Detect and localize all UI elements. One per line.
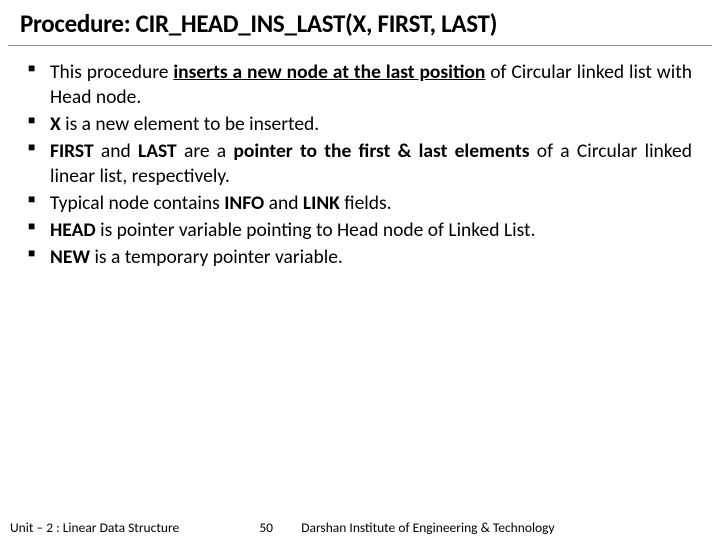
text-bold: LINK bbox=[303, 191, 340, 215]
slide-body: This procedure inserts a new node at the… bbox=[0, 46, 720, 540]
text-bold: FIRST bbox=[50, 139, 94, 163]
footer-right: Darshan Institute of Engineering & Techn… bbox=[291, 519, 710, 536]
text: This procedure bbox=[50, 60, 173, 84]
text: Typical node contains bbox=[50, 191, 224, 215]
list-item: NEW is a temporary pointer variable. bbox=[28, 245, 692, 270]
text: and bbox=[94, 139, 138, 163]
text: fields. bbox=[340, 191, 392, 215]
list-item: Typical node contains INFO and LINK fiel… bbox=[28, 191, 692, 216]
footer: Unit – 2 : Linear Data Structure 50 Dars… bbox=[0, 514, 720, 540]
list-item: X is a new element to be inserted. bbox=[28, 112, 692, 137]
text: is pointer variable pointing to Head nod… bbox=[96, 218, 536, 242]
text: are a bbox=[177, 139, 234, 163]
text: and bbox=[264, 191, 303, 215]
text-bold: pointer to the first & last elements bbox=[233, 139, 529, 163]
footer-page-number: 50 bbox=[241, 519, 291, 536]
text-bold: HEAD bbox=[50, 218, 96, 242]
text-bold-underline: inserts a new node at the last position bbox=[173, 60, 485, 84]
list-item: HEAD is pointer variable pointing to Hea… bbox=[28, 218, 692, 243]
text-bold: LAST bbox=[138, 139, 177, 163]
text: is a temporary pointer variable. bbox=[90, 245, 343, 269]
footer-left: Unit – 2 : Linear Data Structure bbox=[10, 519, 179, 536]
bullet-list: This procedure inserts a new node at the… bbox=[28, 60, 692, 270]
text: is a new element to be inserted. bbox=[61, 112, 319, 136]
list-item: FIRST and LAST are a pointer to the firs… bbox=[28, 139, 692, 189]
text-bold: X bbox=[50, 112, 61, 136]
text-bold: NEW bbox=[50, 245, 90, 269]
list-item: This procedure inserts a new node at the… bbox=[28, 60, 692, 110]
text-bold: INFO bbox=[224, 191, 264, 215]
slide-title: Procedure: CIR_HEAD_INS_LAST(X, FIRST, L… bbox=[20, 8, 700, 39]
